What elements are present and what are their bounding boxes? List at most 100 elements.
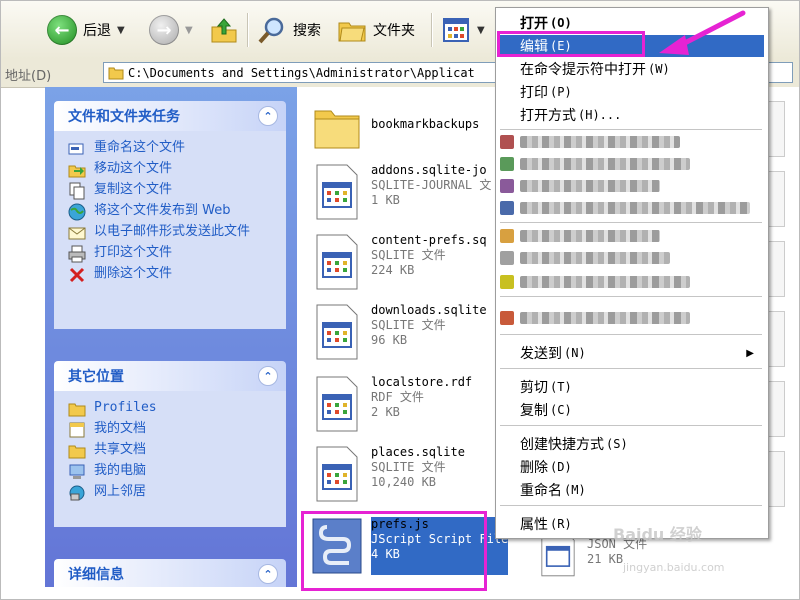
place-my-documents[interactable]: 我的文档 [68, 421, 276, 439]
file-name: downloads.sqlite [371, 303, 487, 317]
menu-accel: (D) [550, 460, 572, 474]
file-tasks-header[interactable]: 文件和文件夹任务 ⌃ [54, 101, 286, 131]
partial-item [767, 381, 785, 437]
blurred-menu-item[interactable] [500, 226, 758, 246]
file-icon [316, 164, 358, 220]
file-type: SQLITE 文件 [371, 318, 446, 332]
file-type: SQLITE-JOURNAL 文 [371, 178, 492, 192]
blurred-menu-item[interactable] [500, 272, 758, 292]
task-label: 重命名这个文件 [94, 140, 186, 155]
menu-accel: (T) [550, 380, 572, 394]
place-shared-documents[interactable]: 共享文档 [68, 442, 276, 460]
submenu-arrow-icon: ▶ [746, 347, 754, 359]
collapse-chevron-icon[interactable]: ⌃ [258, 366, 278, 386]
back-arrow-icon: ← [47, 15, 77, 45]
task-email[interactable]: 以电子邮件形式发送此文件 [68, 224, 276, 242]
task-label: 以电子邮件形式发送此文件 [94, 224, 251, 239]
task-copy[interactable]: 复制这个文件 [68, 182, 276, 200]
file-icon [316, 234, 358, 290]
other-places-body: Profiles 我的文档 共享文档 我的电脑 网上邻居 [54, 391, 286, 527]
menu-create-shortcut[interactable]: 创建快捷方式 (S) [498, 433, 764, 455]
chevron-down-icon[interactable]: ▼ [185, 25, 193, 36]
forward-button[interactable]: → ▼ [149, 11, 193, 49]
publish-web-icon [68, 203, 86, 221]
file-name: localstore.rdf [371, 375, 473, 389]
blurred-menu-item[interactable] [500, 154, 758, 174]
task-rename[interactable]: 重命名这个文件 [68, 140, 276, 158]
blurred-menu-item[interactable] [500, 198, 758, 218]
watermark-logo: Baidu 经验 [613, 525, 702, 544]
place-label: 我的电脑 [94, 463, 147, 478]
partial-item [767, 171, 785, 227]
file-item[interactable]: content-prefs.sq SQLITE 文件 224 KB [311, 233, 487, 291]
file-item[interactable]: places.sqlite SQLITE 文件 10,240 KB [311, 445, 465, 503]
menu-open-with[interactable]: 打开方式 (H)... [498, 104, 764, 126]
back-label: 后退 [83, 23, 111, 39]
network-icon [68, 484, 86, 502]
address-label: 地址(D) [5, 69, 52, 84]
place-network[interactable]: 网上邻居 [68, 484, 276, 502]
file-item[interactable]: localstore.rdf RDF 文件 2 KB [311, 375, 472, 433]
forward-arrow-icon: → [149, 15, 179, 45]
menu-accel: (M) [564, 483, 586, 497]
task-move[interactable]: 移动这个文件 [68, 161, 276, 179]
file-type: SQLITE 文件 [371, 248, 446, 262]
email-icon [68, 224, 86, 242]
blurred-menu-item[interactable] [500, 308, 758, 328]
folders-button[interactable]: 文件夹 [337, 11, 415, 49]
annotation-arrow-icon [659, 10, 746, 55]
menu-accel: (W) [648, 62, 670, 76]
search-button[interactable]: 搜索 [257, 11, 321, 49]
collapse-chevron-icon[interactable]: ⌃ [258, 106, 278, 126]
menu-delete[interactable]: 删除 (D) [498, 456, 764, 478]
folder-icon [68, 400, 86, 418]
back-button[interactable]: ← 后退 ▼ [47, 11, 125, 49]
menu-open-cmd[interactable]: 在命令提示符中打开 (W) [498, 58, 764, 80]
file-item[interactable]: addons.sqlite-jo SQLITE-JOURNAL 文 1 KB [311, 163, 491, 221]
menu-accel: (C) [550, 403, 572, 417]
menu-cut[interactable]: 剪切 (T) [498, 376, 764, 398]
search-label: 搜索 [293, 23, 321, 39]
file-size: 224 KB [371, 263, 415, 277]
up-folder-button[interactable] [209, 11, 239, 49]
print-icon [68, 245, 86, 263]
menu-accel: (P) [550, 85, 572, 99]
task-label: 将这个文件发布到 Web [94, 203, 231, 218]
views-button[interactable]: ▼ [441, 11, 485, 49]
menu-accel: (H)... [578, 108, 622, 122]
menu-rename[interactable]: 重命名 (M) [498, 479, 764, 501]
blurred-menu-item[interactable] [500, 248, 758, 268]
folders-label: 文件夹 [373, 23, 415, 39]
place-my-computer[interactable]: 我的电脑 [68, 463, 276, 481]
blurred-menu-item[interactable] [500, 176, 758, 196]
other-places-header[interactable]: 其它位置 ⌃ [54, 361, 286, 391]
chevron-down-icon[interactable]: ▼ [477, 25, 485, 36]
file-icon [316, 304, 358, 360]
menu-label: 属性 [520, 517, 548, 533]
collapse-chevron-icon[interactable]: ⌃ [258, 564, 278, 584]
menu-label: 打开方式 [520, 108, 576, 124]
menu-copy[interactable]: 复制 (C) [498, 399, 764, 421]
partial-item [767, 311, 785, 367]
annotation-box-file [301, 511, 487, 591]
views-icon [443, 18, 469, 42]
file-item[interactable]: bookmarkbackups [311, 97, 479, 155]
folder-icon [314, 110, 360, 149]
chevron-down-icon[interactable]: ▼ [117, 25, 125, 36]
folders-icon [338, 22, 366, 42]
menu-print[interactable]: 打印 (P) [498, 81, 764, 103]
file-item[interactable]: downloads.sqlite SQLITE 文件 96 KB [311, 303, 487, 361]
task-label: 打印这个文件 [94, 245, 173, 260]
details-header[interactable]: 详细信息 ⌃ [54, 559, 286, 587]
menu-send-to[interactable]: 发送到 (N) ▶ [498, 342, 764, 364]
blurred-menu-item[interactable] [500, 132, 758, 152]
task-publish-web[interactable]: 将这个文件发布到 Web [68, 203, 276, 221]
context-menu: 打开 (O) 编辑 (E) 在命令提示符中打开 (W) 打印 (P) 打开方式 (H)..… [495, 7, 769, 539]
task-print[interactable]: 打印这个文件 [68, 245, 276, 263]
menu-separator [500, 368, 762, 369]
details-title: 详细信息 [68, 567, 124, 583]
place-profiles[interactable]: Profiles [68, 400, 276, 418]
file-icon [316, 376, 358, 432]
task-delete[interactable]: 删除这个文件 [68, 266, 276, 284]
menu-label: 剪切 [520, 380, 548, 396]
